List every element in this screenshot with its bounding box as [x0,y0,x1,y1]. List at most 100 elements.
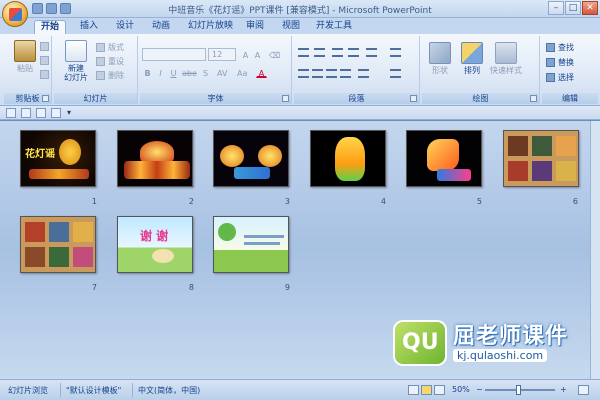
layout-button[interactable]: 版式 [96,42,124,53]
zoom-out-icon[interactable]: − [476,385,483,394]
slide-thumbnail-8[interactable]: 谢 谢 [117,216,193,273]
drawing-launcher-icon[interactable] [530,95,537,102]
drawing-group: 形状 排列 快速样式 绘图 [422,36,540,104]
normal-view-icon[interactable] [6,108,16,118]
customize-qat-icon[interactable]: ▾ [67,108,77,118]
minimize-button[interactable]: – [548,1,564,15]
slide-number-2: 2 [188,197,194,206]
tab-design[interactable]: 设计 [110,20,140,34]
notes-view-icon[interactable] [51,108,61,118]
photo-tile [532,161,552,181]
cut-icon[interactable] [40,41,49,52]
align-right-icon[interactable] [326,69,337,78]
select-label: 选择 [558,73,574,82]
photo-tile [25,247,45,267]
replace-button[interactable]: 替换 [546,57,574,68]
numbering-icon[interactable] [314,48,325,57]
zoom-in-icon[interactable]: + [560,385,567,394]
slide-thumbnail-6[interactable] [503,130,579,187]
zoom-slider-handle[interactable] [516,385,521,395]
slideshow-view-icon[interactable] [36,108,46,118]
change-case-icon[interactable]: Aa [236,67,247,78]
bold-button[interactable]: B [142,67,153,78]
shrink-font-icon[interactable]: A [252,49,263,60]
bullets-icon[interactable] [298,48,309,57]
lantern-shape [437,169,471,181]
window-title: 中班音乐《花灯谣》PPT课件 [兼容模式] - Microsoft PowerP… [168,6,432,16]
slide-thumbnail-2[interactable] [117,130,193,187]
slide-thumbnail-9[interactable] [213,216,289,273]
slide-thumbnail-3[interactable] [213,130,289,187]
font-launcher-icon[interactable] [282,95,289,102]
shapes-button[interactable]: 形状 [424,42,456,75]
clipboard-launcher-icon[interactable] [42,95,49,102]
paste-label: 粘贴 [17,64,33,73]
cartoon-figure [152,249,174,263]
text-line [244,242,280,245]
paragraph-launcher-icon[interactable] [410,95,417,102]
increase-indent-icon[interactable] [348,48,359,57]
tiger-lantern-icon [335,137,365,181]
font-size-input[interactable]: 12 [208,48,236,61]
find-button[interactable]: 查找 [546,42,574,53]
select-button[interactable]: 选择 [546,72,574,83]
quick-styles-button[interactable]: 快速样式 [488,42,524,75]
paste-button[interactable]: 粘贴 [10,40,40,73]
underline-button[interactable]: U [168,67,179,78]
align-text-icon[interactable] [390,69,401,78]
align-center-icon[interactable] [312,69,323,78]
close-button[interactable]: ✕ [582,1,598,15]
shadow-button[interactable]: S [200,67,211,78]
font-color-icon[interactable]: A [256,67,267,78]
vertical-scrollbar[interactable] [590,121,600,379]
format-painter-icon[interactable] [40,69,49,80]
text-direction-icon[interactable] [390,48,401,57]
grow-font-icon[interactable]: A [240,49,251,60]
zoom-level[interactable]: 50% [452,385,470,394]
slides-group: 新建 幻灯片 版式 重设 删除 幻灯片 [54,36,138,104]
tab-insert[interactable]: 插入 [74,20,104,34]
office-button[interactable] [2,1,28,27]
editing-group: 查找 替换 选择 编辑 [542,36,598,104]
char-spacing-icon[interactable]: AV [216,67,227,78]
delete-button[interactable]: 删除 [96,70,124,81]
columns-icon[interactable] [358,69,369,78]
sorter-view-icon[interactable] [21,108,31,118]
font-name-input[interactable] [142,48,206,61]
justify-icon[interactable] [340,69,351,78]
photo-tile [556,161,576,181]
slide-thumbnail-4[interactable] [310,130,386,187]
lantern-shape [220,145,244,167]
normal-view-button[interactable] [408,385,419,395]
tab-view[interactable]: 视图 [276,20,306,34]
slide-number-5: 5 [476,197,482,206]
arrange-icon [461,42,483,64]
slide-thumbnail-5[interactable] [406,130,482,187]
sorter-view-button[interactable] [421,385,432,395]
copy-icon[interactable] [40,55,49,66]
tab-developer[interactable]: 开发工具 [310,20,358,34]
slide-thumbnail-1[interactable]: 花灯谣 [20,130,96,187]
new-slide-button[interactable]: 新建 幻灯片 [58,40,94,82]
tab-home[interactable]: 开始 [34,20,67,34]
align-left-icon[interactable] [298,69,309,78]
status-separator [60,383,61,397]
decrease-indent-icon[interactable] [332,48,343,57]
tab-slideshow[interactable]: 幻灯片放映 [182,20,239,34]
tab-animations[interactable]: 动画 [146,20,176,34]
replace-label: 替换 [558,58,574,67]
clear-format-icon[interactable]: ⌫ [268,49,280,60]
strikethrough-button[interactable]: abe [181,67,197,78]
arrange-button[interactable]: 排列 [456,42,488,75]
drawing-group-label: 绘图 [422,93,539,104]
lantern-shape [124,161,190,179]
slide-thumbnail-7[interactable] [20,216,96,273]
maximize-button[interactable]: □ [565,1,581,15]
italic-button[interactable]: I [155,67,166,78]
reset-button[interactable]: 重设 [96,56,124,67]
font-group-label: 字体 [140,93,291,104]
line-spacing-icon[interactable] [366,48,377,57]
slideshow-button[interactable] [434,385,445,395]
fit-window-button[interactable] [578,385,589,395]
tab-review[interactable]: 审阅 [240,20,270,34]
